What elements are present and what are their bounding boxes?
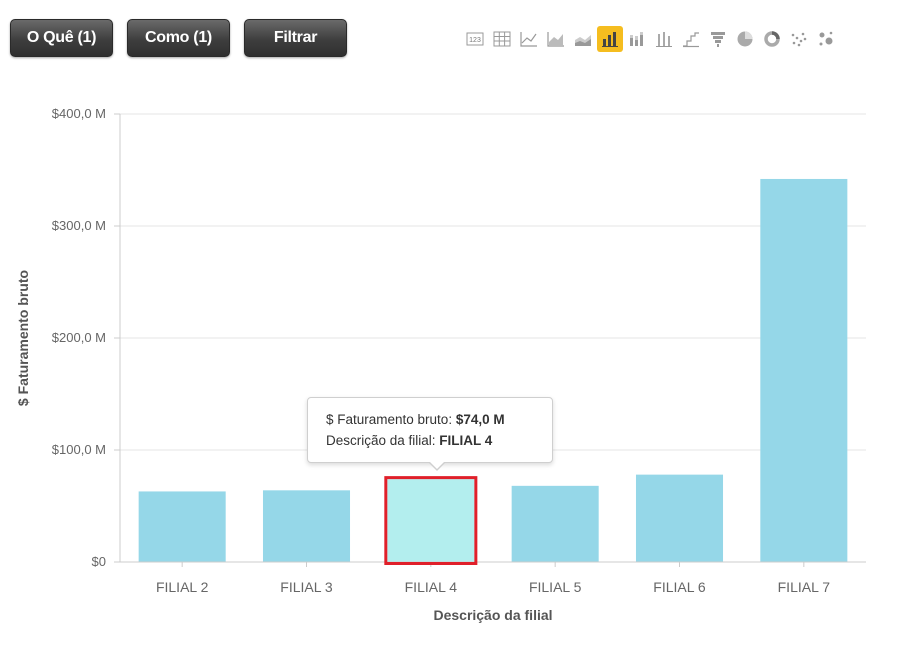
y-tick-label: $200,0 M [52, 330, 106, 345]
bar[interactable] [511, 485, 599, 562]
tooltip-category-label: Descrição da filial: [326, 433, 440, 448]
tooltip: $ Faturamento bruto: $74,0 M Descrição d… [307, 397, 553, 471]
tooltip-row-value: $ Faturamento bruto: $74,0 M [326, 409, 552, 430]
x-tick-label: FILIAL 4 [405, 579, 458, 595]
tooltip-arrow [428, 461, 446, 471]
x-tick-label: FILIAL 5 [529, 579, 582, 595]
y-axis-title: $ Faturamento bruto [15, 270, 31, 406]
y-tick-label: $300,0 M [52, 218, 106, 233]
x-tick-label: FILIAL 2 [156, 579, 209, 595]
x-tick-label: FILIAL 7 [778, 579, 831, 595]
x-axis-ticks: FILIAL 2 FILIAL 3 FILIAL 4 FILIAL 5 FILIAL 6… [156, 562, 830, 595]
y-axis-ticks: $0 $100,0 M $200,0 M $300,0 M $400,0 M [52, 106, 120, 569]
tooltip-value: $74,0 M [455, 412, 505, 427]
x-tick-label: FILIAL 6 [653, 579, 706, 595]
x-axis-title: Descrição da filial [433, 607, 552, 623]
bar-chart: $0 $100,0 M $200,0 M $300,0 M $400,0 M FILIA… [15, 106, 866, 623]
bars [138, 178, 848, 562]
bar[interactable] [387, 479, 475, 562]
bar[interactable] [760, 178, 848, 562]
bar[interactable] [262, 490, 351, 562]
x-tick-label: FILIAL 3 [280, 579, 333, 595]
tooltip-row-category: Descrição da filial: FILIAL 4 [326, 430, 552, 451]
bar[interactable] [635, 474, 724, 562]
bar[interactable] [138, 491, 226, 562]
y-tick-label: $400,0 M [52, 106, 106, 121]
tooltip-category: FILIAL 4 [439, 433, 493, 448]
y-tick-label: $100,0 M [52, 442, 106, 457]
tooltip-value-label: $ Faturamento bruto: [326, 412, 456, 427]
y-tick-label: $0 [92, 554, 106, 569]
